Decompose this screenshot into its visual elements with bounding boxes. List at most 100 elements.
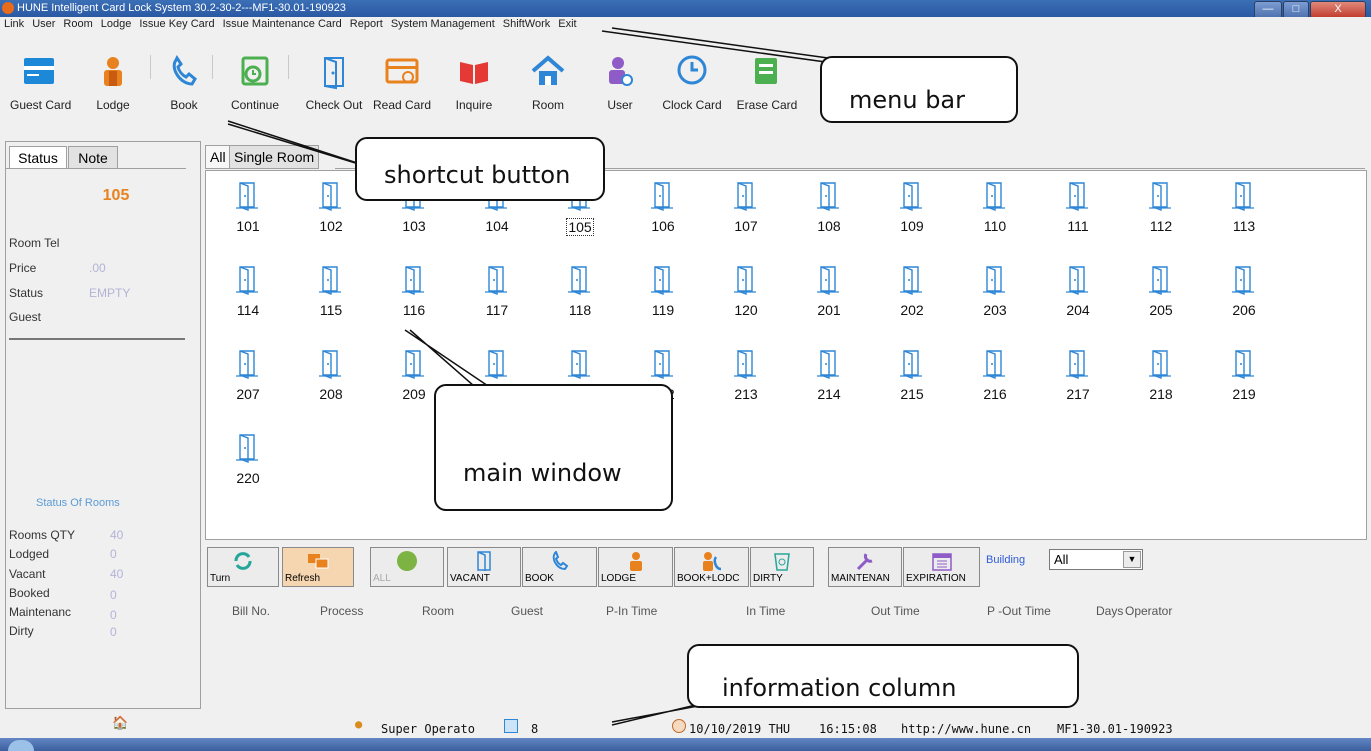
room-tile-201[interactable]: 201 [804, 265, 854, 318]
room-tile-119[interactable]: 119 [638, 265, 688, 318]
room-tile-217[interactable]: 217 [1053, 349, 1103, 402]
room-number: 217 [1066, 386, 1090, 402]
column-room[interactable]: Room [422, 604, 454, 618]
room-tile-115[interactable]: 115 [306, 265, 356, 318]
room-tile-108[interactable]: 108 [804, 181, 854, 234]
column-p-in-time[interactable]: P-In Time [606, 604, 657, 618]
all-filter-button[interactable]: ALL [370, 547, 444, 587]
book-lodge-filter-button[interactable]: BOOK+LODC [674, 547, 749, 587]
menu-room[interactable]: Room [59, 17, 96, 30]
room-tile-112[interactable]: 112 [1136, 181, 1186, 234]
room-number: 214 [817, 386, 841, 402]
inquire-button[interactable]: Inquire [448, 54, 500, 112]
status-version: MF1-30.01-190923 [1057, 722, 1173, 736]
check-out-button[interactable]: Check Out [302, 54, 366, 112]
door-icon [1232, 266, 1254, 295]
clock-card-button[interactable]: Clock Card [658, 54, 726, 112]
room-tile-218[interactable]: 218 [1136, 349, 1186, 402]
book-filter-button[interactable]: BOOK [522, 547, 597, 587]
tab-all[interactable]: All [205, 145, 231, 169]
chevron-down-icon[interactable]: ▼ [1123, 551, 1141, 568]
vacant-filter-button[interactable]: VACANT [447, 547, 521, 587]
refresh-button[interactable]: Refresh [282, 547, 354, 587]
menu-report[interactable]: Report [346, 17, 387, 30]
menu-system-management[interactable]: System Management [387, 17, 499, 30]
menu-shiftwork[interactable]: ShiftWork [499, 17, 554, 30]
read-card-button[interactable]: Read Card [370, 54, 434, 112]
room-tile-202[interactable]: 202 [887, 265, 937, 318]
room-tile-219[interactable]: 219 [1219, 349, 1269, 402]
room-tile-208[interactable]: 208 [306, 349, 356, 402]
room-tile-102[interactable]: 102 [306, 181, 356, 234]
room-button[interactable]: Room [523, 54, 573, 112]
menu-user[interactable]: User [28, 17, 59, 30]
window-title: HUNE Intelligent Card Lock System 30.2-3… [17, 2, 346, 14]
tab-status[interactable]: Status [9, 146, 67, 169]
room-tile-205[interactable]: 205 [1136, 265, 1186, 318]
home-icon[interactable]: 🏠 [112, 716, 128, 731]
column-p-out-time[interactable]: P -Out Time [987, 604, 1051, 618]
room-tile-101[interactable]: 101 [223, 181, 273, 234]
room-number: 117 [485, 302, 509, 318]
room-tile-207[interactable]: 207 [223, 349, 273, 402]
tab-single-room[interactable]: Single Room [229, 145, 320, 169]
erase-card-button[interactable]: Erase Card [735, 54, 799, 112]
main-window: 101 102 103 104 105 106 107 108 109 110 111 112 113 1… [205, 170, 1367, 540]
turn-button[interactable]: Turn [207, 547, 279, 587]
building-select[interactable]: All ▼ [1049, 549, 1143, 570]
lodge-button[interactable]: Lodge [88, 54, 138, 112]
menu-issue-key-card[interactable]: Issue Key Card [135, 17, 218, 30]
room-tile-106[interactable]: 106 [638, 181, 688, 234]
start-button-icon[interactable] [8, 740, 34, 751]
maintenance-filter-button[interactable]: MAINTENAN [828, 547, 902, 587]
room-tile-111[interactable]: 111 [1053, 181, 1103, 234]
tab-note[interactable]: Note [68, 146, 118, 169]
door-icon [236, 434, 258, 463]
turn-icon [234, 552, 252, 570]
status-url[interactable]: http://www.hune.cn [901, 722, 1031, 736]
column-process[interactable]: Process [320, 604, 363, 618]
column-in-time[interactable]: In Time [746, 604, 785, 618]
room-tile-110[interactable]: 110 [970, 181, 1020, 234]
door-icon [236, 182, 258, 211]
column-operator[interactable]: Operator [1125, 604, 1172, 618]
menu-exit[interactable]: Exit [554, 17, 580, 30]
room-tile-114[interactable]: 114 [223, 265, 273, 318]
column-out-time[interactable]: Out Time [871, 604, 920, 618]
status-of-rooms-title: Status Of Rooms [36, 497, 120, 509]
room-tile-216[interactable]: 216 [970, 349, 1020, 402]
room-tile-203[interactable]: 203 [970, 265, 1020, 318]
room-tile-209[interactable]: 209 [389, 349, 439, 402]
room-tile-116[interactable]: 116 [389, 265, 439, 318]
book-button[interactable]: Book [161, 54, 207, 112]
room-tile-215[interactable]: 215 [887, 349, 937, 402]
dirty-filter-button[interactable]: DIRTY [750, 547, 814, 587]
room-number: 108 [817, 218, 841, 234]
room-tile-206[interactable]: 206 [1219, 265, 1269, 318]
room-tile-107[interactable]: 107 [721, 181, 771, 234]
menu-issue-maintenance-card[interactable]: Issue Maintenance Card [219, 17, 346, 30]
room-tile-214[interactable]: 214 [804, 349, 854, 402]
lodge-filter-button[interactable]: LODGE [598, 547, 673, 587]
room-tile-120[interactable]: 120 [721, 265, 771, 318]
menu-link[interactable]: Link [0, 17, 28, 30]
expiration-filter-button[interactable]: EXPIRATION [903, 547, 980, 587]
room-tile-213[interactable]: 213 [721, 349, 771, 402]
room-number: 112 [1149, 218, 1173, 234]
door-icon [817, 182, 839, 211]
menu-lodge[interactable]: Lodge [97, 17, 136, 30]
phone-icon [166, 54, 202, 90]
column-days[interactable]: Days [1096, 604, 1123, 618]
continue-button[interactable]: Continue [226, 54, 284, 112]
guest-card-button[interactable]: Guest Card [10, 54, 71, 112]
door-icon [402, 266, 424, 295]
room-tile-109[interactable]: 109 [887, 181, 937, 234]
room-tile-204[interactable]: 204 [1053, 265, 1103, 318]
column-guest[interactable]: Guest [511, 604, 543, 618]
room-tile-118[interactable]: 118 [555, 265, 605, 318]
user-button[interactable]: User [600, 54, 640, 112]
room-tile-117[interactable]: 117 [472, 265, 522, 318]
column-bill-no[interactable]: Bill No. [232, 604, 270, 618]
room-tile-113[interactable]: 113 [1219, 181, 1269, 234]
room-tile-220[interactable]: 220 [223, 433, 273, 486]
